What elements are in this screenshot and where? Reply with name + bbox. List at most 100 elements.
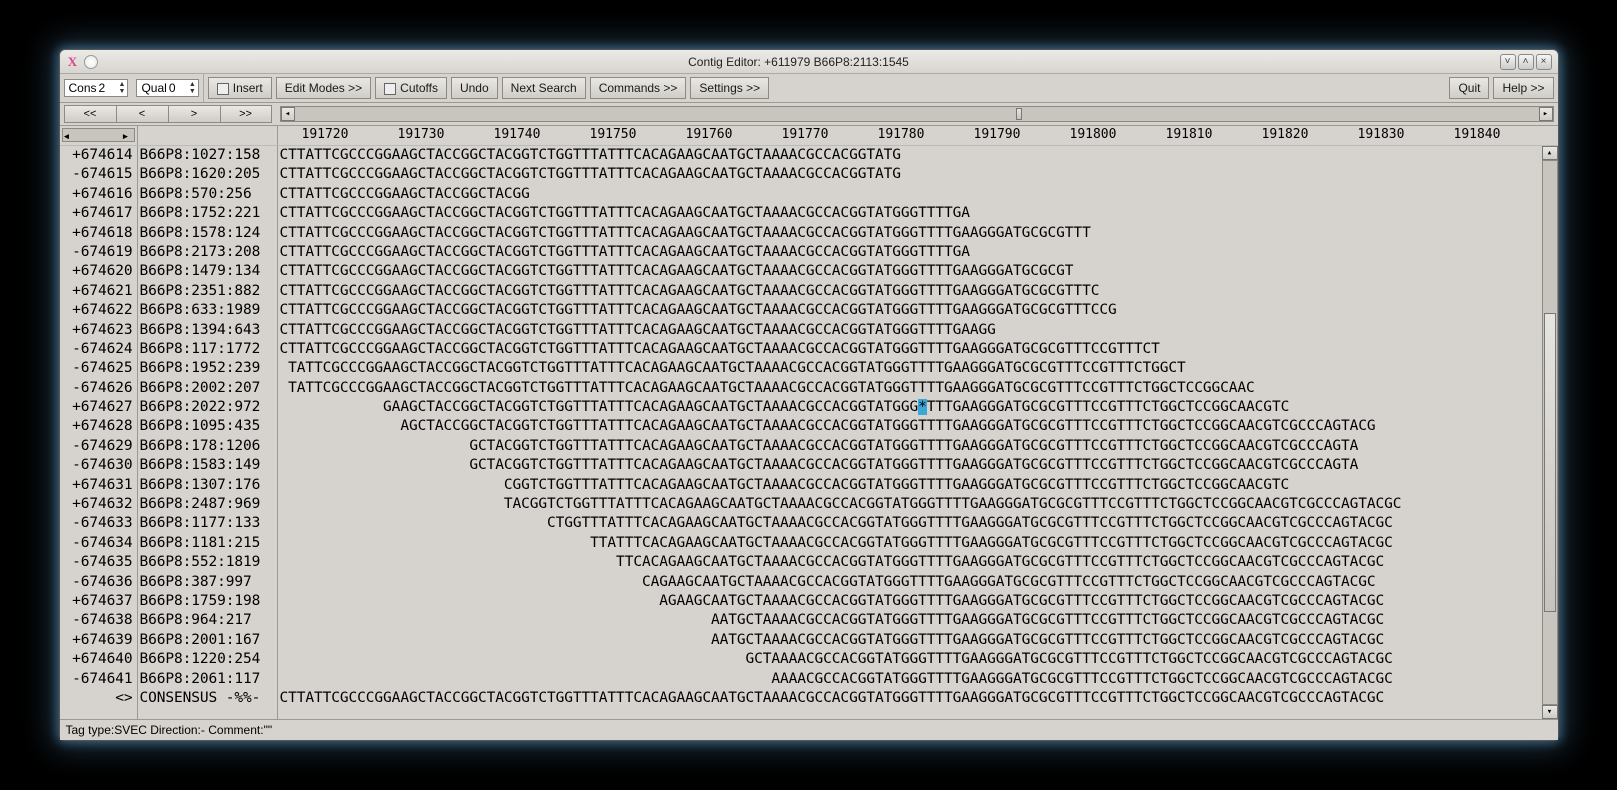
nav-right-button[interactable]: > [168, 105, 220, 123]
read-id[interactable]: -674625 [60, 359, 137, 378]
help-button[interactable]: Help >> [1493, 77, 1553, 99]
read-name[interactable]: B66P8:2173:208 [138, 243, 277, 262]
read-seq[interactable]: TTATTTCACAGAAGCAATGCTAAAACGCCACGGTATGGGT… [278, 534, 1542, 553]
minimize-button[interactable]: ˅ [1500, 54, 1516, 70]
main-hscrollbar[interactable]: ◂ ▸ [280, 106, 1554, 122]
read-name[interactable]: B66P8:1177:133 [138, 514, 277, 533]
read-seq[interactable]: CTTATTCGCCCGGAAGCTACCGGCTACGGTCTGGTTTATT… [278, 243, 1542, 262]
read-name[interactable]: B66P8:1752:221 [138, 204, 277, 223]
read-name[interactable]: B66P8:1479:134 [138, 262, 277, 281]
read-name[interactable]: B66P8:117:1772 [138, 340, 277, 359]
read-seq[interactable]: CTGGTTTATTTCACAGAAGCAATGCTAAAACGCCACGGTA… [278, 514, 1542, 533]
names-hscrollbar[interactable]: ◂ ▸ [62, 128, 135, 142]
read-id[interactable]: +674623 [60, 321, 137, 340]
read-id[interactable]: +674617 [60, 204, 137, 223]
read-id[interactable]: +674618 [60, 224, 137, 243]
settings-button[interactable]: Settings >> [690, 77, 769, 99]
read-id[interactable]: -674641 [60, 670, 137, 689]
read-seq[interactable]: AGAAGCAATGCTAAAACGCCACGGTATGGGTTTTGAAGGG… [278, 592, 1542, 611]
read-seq[interactable]: TATTCGCCCGGAAGCTACCGGCTACGGTCTGGTTTATTTC… [278, 379, 1542, 398]
read-seq[interactable]: CTTATTCGCCCGGAAGCTACCGGCTACGGTCTGGTTTATT… [278, 282, 1542, 301]
maximize-button[interactable]: ˄ [1518, 54, 1534, 70]
read-seq[interactable]: CTTATTCGCCCGGAAGCTACCGGCTACGGTCTGGTTTATT… [278, 301, 1542, 320]
read-id[interactable]: +674620 [60, 262, 137, 281]
read-seq[interactable]: AATGCTAAAACGCCACGGTATGGGTTTTGAAGGGATGCGC… [278, 631, 1542, 650]
read-name[interactable]: B66P8:2061:117 [138, 670, 277, 689]
read-seq[interactable]: CTTATTCGCCCGGAAGCTACCGGCTACGGTCTGGTTTATT… [278, 224, 1542, 243]
read-seq[interactable]: CTTATTCGCCCGGAAGCTACCGGCTACGGTCTGGTTTATT… [278, 321, 1542, 340]
read-name[interactable]: B66P8:1578:124 [138, 224, 277, 243]
qual-input[interactable] [169, 81, 187, 95]
qual-down-icon[interactable]: ▼ [189, 88, 196, 95]
read-name[interactable]: B66P8:964:217 [138, 611, 277, 630]
insert-toggle[interactable]: Insert [208, 77, 272, 99]
read-id[interactable]: -674629 [60, 437, 137, 456]
read-seq[interactable]: CAGAAGCAATGCTAAAACGCCACGGTATGGGTTTTGAAGG… [278, 573, 1542, 592]
read-id[interactable]: +674614 [60, 146, 137, 165]
read-id[interactable]: -674619 [60, 243, 137, 262]
scroll-left-icon[interactable]: ◂ [281, 107, 295, 121]
read-name[interactable]: B66P8:1759:198 [138, 592, 277, 611]
read-id[interactable]: -674635 [60, 553, 137, 572]
cons-spinner[interactable]: Cons ▲▼ [64, 79, 129, 97]
read-name[interactable]: B66P8:387:997 [138, 573, 277, 592]
read-name[interactable]: B66P8:1181:215 [138, 534, 277, 553]
commands-button[interactable]: Commands >> [590, 77, 687, 99]
nav-left-button[interactable]: < [116, 105, 168, 123]
read-id[interactable]: -674624 [60, 340, 137, 359]
read-seq[interactable]: AAAACGCCACGGTATGGGTTTTGAAGGGATGCGCGTTTCC… [278, 670, 1542, 689]
read-seq[interactable]: CGGTCTGGTTTATTTCACAGAAGCAATGCTAAAACGCCAC… [278, 476, 1542, 495]
titlebar[interactable]: X Contig Editor: +611979 B66P8:2113:1545… [60, 50, 1558, 74]
read-seq[interactable]: CTTATTCGCCCGGAAGCTACCGGCTACGGTCTGGTTTATT… [278, 340, 1542, 359]
read-name[interactable]: B66P8:178:1206 [138, 437, 277, 456]
read-id[interactable]: +674622 [60, 301, 137, 320]
next-search-button[interactable]: Next Search [502, 77, 586, 99]
read-seq[interactable]: TTCACAGAAGCAATGCTAAAACGCCACGGTATGGGTTTTG… [278, 553, 1542, 572]
read-name[interactable]: B66P8:1620:205 [138, 165, 277, 184]
read-name[interactable]: B66P8:1307:176 [138, 476, 277, 495]
read-seq[interactable]: AGCTACCGGCTACGGTCTGGTTTATTTCACAGAAGCAATG… [278, 417, 1542, 436]
nav-fast-left-button[interactable]: << [64, 105, 116, 123]
read-name[interactable]: B66P8:633:1989 [138, 301, 277, 320]
scroll-left-icon[interactable]: ◂ [63, 129, 75, 141]
cutoffs-toggle[interactable]: Cutoffs [375, 77, 447, 99]
cons-input[interactable] [99, 81, 117, 95]
read-seq[interactable]: CTTATTCGCCCGGAAGCTACCGGCTACGGTCTGGTTTATT… [278, 204, 1542, 223]
read-id[interactable]: -674630 [60, 456, 137, 475]
read-seq[interactable]: GCTAAAACGCCACGGTATGGGTTTTGAAGGGATGCGCGTT… [278, 650, 1542, 669]
nav-fast-right-button[interactable]: >> [220, 105, 272, 123]
scroll-up-icon[interactable]: ▴ [1542, 146, 1558, 160]
read-name[interactable]: B66P8:552:1819 [138, 553, 277, 572]
app-menu-icon[interactable] [84, 55, 98, 69]
undo-button[interactable]: Undo [451, 77, 498, 99]
read-name[interactable]: B66P8:2001:167 [138, 631, 277, 650]
read-name[interactable]: B66P8:1220:254 [138, 650, 277, 669]
consensus-seq[interactable]: CTTATTCGCCCGGAAGCTACCGGCTACGGTCTGGTTTATT… [278, 689, 1542, 708]
read-name[interactable]: B66P8:1027:158 [138, 146, 277, 165]
read-name[interactable]: B66P8:1394:643 [138, 321, 277, 340]
read-seq[interactable]: CTTATTCGCCCGGAAGCTACCGGCTACGGTCTGGTTTATT… [278, 146, 1542, 165]
vscroll-thumb[interactable] [1544, 313, 1556, 612]
read-name[interactable]: B66P8:1583:149 [138, 456, 277, 475]
read-seq[interactable]: CTTATTCGCCCGGAAGCTACCGGCTACGGTCTGGTTTATT… [278, 262, 1542, 281]
scroll-right-icon[interactable]: ▸ [122, 129, 134, 141]
read-name[interactable]: B66P8:1095:435 [138, 417, 277, 436]
read-id[interactable]: +674628 [60, 417, 137, 436]
qual-spinner[interactable]: Qual ▲▼ [136, 79, 198, 97]
hscroll-thumb[interactable] [1016, 108, 1022, 120]
read-seq[interactable]: GCTACGGTCTGGTTTATTTCACAGAAGCAATGCTAAAACG… [278, 437, 1542, 456]
read-id[interactable]: +674627 [60, 398, 137, 417]
edit-modes-button[interactable]: Edit Modes >> [276, 77, 371, 99]
read-id[interactable]: +674639 [60, 631, 137, 650]
read-seq[interactable]: TATTCGCCCGGAAGCTACCGGCTACGGTCTGGTTTATTTC… [278, 359, 1542, 378]
qual-up-icon[interactable]: ▲ [189, 81, 196, 88]
read-id[interactable]: +674616 [60, 185, 137, 204]
sequence-column[interactable]: CTTATTCGCCCGGAAGCTACCGGCTACGGTCTGGTTTATT… [278, 146, 1542, 719]
read-name[interactable]: B66P8:2351:882 [138, 282, 277, 301]
read-id[interactable]: -674636 [60, 573, 137, 592]
cons-down-icon[interactable]: ▼ [119, 88, 126, 95]
read-seq[interactable]: CTTATTCGCCCGGAAGCTACCGGCTACGG [278, 185, 1542, 204]
read-id[interactable]: -674634 [60, 534, 137, 553]
read-id[interactable]: +674631 [60, 476, 137, 495]
scroll-down-icon[interactable]: ▾ [1542, 705, 1558, 719]
